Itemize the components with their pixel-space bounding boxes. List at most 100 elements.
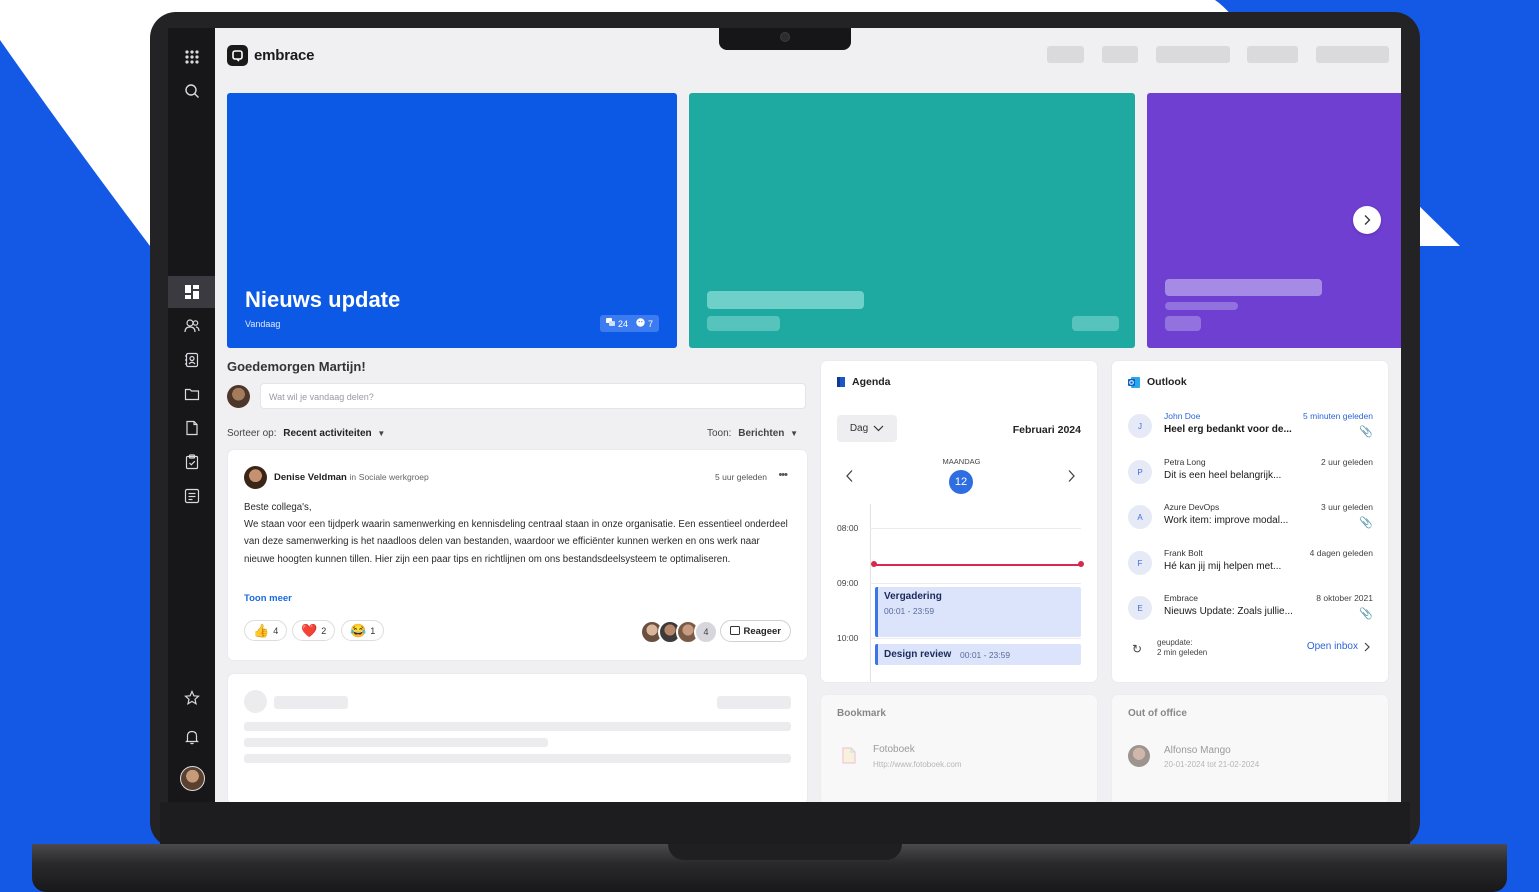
ooo-name[interactable]: Alfonso Mango xyxy=(1164,745,1231,756)
bookmark-title: Bookmark xyxy=(837,708,886,719)
mail-item[interactable]: F Frank Bolt Hé kan jij mij helpen met..… xyxy=(1128,548,1373,588)
news-hero-card[interactable]: Nieuws update Vandaag 24 7 xyxy=(227,93,677,348)
dashboard-icon[interactable] xyxy=(168,276,215,308)
view-dropdown[interactable]: Dag xyxy=(837,415,897,442)
clipboard-check-icon[interactable] xyxy=(168,446,215,478)
mail-time: 4 dagen geleden xyxy=(1309,548,1373,558)
post-body: Beste collega's, We staan voor een tijdp… xyxy=(244,499,792,568)
group-name[interactable]: Sociale werkgroep xyxy=(359,472,429,482)
event-vergadering[interactable]: Vergadering 00:01 - 23:59 xyxy=(875,587,1081,637)
reply-label: Reageer xyxy=(743,625,782,637)
show-more-link[interactable]: Toon meer xyxy=(244,593,292,604)
hour-line xyxy=(870,638,1081,639)
paperclip-icon: 📎 xyxy=(1359,426,1373,438)
thumbs-up-icon: 👍 xyxy=(253,622,270,638)
topbar-placeholder xyxy=(1102,46,1138,63)
event-title: Design review xyxy=(884,649,952,660)
hero-stats-badge: 24 7 xyxy=(599,315,659,332)
sort-dropdown[interactable]: Sorteer op: Recent activiteiten ▼ xyxy=(227,428,385,439)
sender-avatar: P xyxy=(1128,460,1152,484)
author-avatar[interactable] xyxy=(244,466,267,489)
mail-sender: Frank Bolt xyxy=(1164,548,1203,558)
chevron-right-icon xyxy=(1364,215,1371,225)
reaction-thumbs-up[interactable]: 👍 4 xyxy=(244,620,288,641)
outlook-icon xyxy=(1128,376,1140,388)
post-author-line: Denise Veldman in Sociale werkgroep xyxy=(274,472,429,483)
share-input[interactable]: Wat wil je vandaag delen? xyxy=(260,383,806,409)
document-icon[interactable] xyxy=(168,412,215,444)
user-avatar[interactable] xyxy=(180,766,205,791)
topbar-placeholder xyxy=(1156,46,1230,63)
open-inbox-link[interactable]: Open inbox xyxy=(1307,641,1370,652)
post-greeting: Beste collega's, xyxy=(244,502,312,513)
loading-bar xyxy=(1165,279,1322,296)
reaction-count: 2 xyxy=(321,625,327,636)
camera xyxy=(780,32,790,42)
event-time: 00:01 - 23:59 xyxy=(960,650,1011,660)
embrace-logo[interactable]: embrace xyxy=(227,45,315,66)
star-icon[interactable] xyxy=(168,682,215,714)
mail-item[interactable]: A Azure DevOps Work item: improve modal.… xyxy=(1128,502,1373,542)
sort-label: Sorteer op: xyxy=(227,428,277,439)
agenda-title-text: Agenda xyxy=(852,376,891,388)
post-card: Denise Veldman in Sociale werkgroep 5 uu… xyxy=(228,450,807,660)
previous-day-icon[interactable] xyxy=(845,469,855,483)
reactor-count: 4 xyxy=(694,620,718,644)
more-options-icon[interactable]: ••• xyxy=(778,469,788,481)
updated-time: 2 min geleden xyxy=(1157,648,1208,657)
folder-icon[interactable] xyxy=(168,378,215,410)
bookmark-url[interactable]: Http://www.fotoboek.com xyxy=(873,760,961,769)
bookmark-name[interactable]: Fotoboek xyxy=(873,744,915,755)
loading-bar xyxy=(1165,316,1201,331)
filter-dropdown[interactable]: Toon: Berichten ▼ xyxy=(707,428,798,439)
reaction-heart[interactable]: ❤️ 2 xyxy=(292,620,336,641)
reaction-laugh[interactable]: 😂 1 xyxy=(341,620,385,641)
skeleton-line xyxy=(244,754,791,763)
mail-time: 5 minuten geleden xyxy=(1303,411,1373,421)
apps-grid-icon[interactable] xyxy=(168,41,215,73)
message-icon[interactable] xyxy=(168,480,215,512)
ooo-dates: 20-01-2024 tot 21-02-2024 xyxy=(1164,760,1260,769)
bell-icon[interactable] xyxy=(168,721,215,753)
refresh-icon[interactable]: ↻ xyxy=(1132,642,1142,656)
people-icon[interactable] xyxy=(168,310,215,342)
mail-subject: Hé kan jij mij helpen met... xyxy=(1164,561,1282,572)
contacts-icon[interactable] xyxy=(168,344,215,376)
mail-item[interactable]: P Petra Long Dit is een heel belangrijk.… xyxy=(1128,457,1373,497)
updated-info: geupdate: 2 min geleden xyxy=(1157,638,1207,658)
hour-label: 10:00 xyxy=(837,633,859,643)
mail-sender: Azure DevOps xyxy=(1164,502,1220,512)
mail-time: 3 uur geleden xyxy=(1321,502,1373,512)
hour-label: 08:00 xyxy=(837,523,859,533)
month-label: Februari 2024 xyxy=(1012,424,1081,436)
sender-avatar: E xyxy=(1128,596,1152,620)
logo-mark-icon xyxy=(227,45,248,66)
topbar-placeholder xyxy=(1247,46,1298,63)
current-time-dot xyxy=(1078,561,1084,567)
mail-item[interactable]: J John Doe Heel erg bedankt voor de... 5… xyxy=(1128,411,1373,451)
reply-button[interactable]: Reageer xyxy=(719,620,791,642)
loading-post-card xyxy=(228,674,807,802)
loading-bar xyxy=(1072,316,1119,331)
reactor-avatars[interactable]: 4 xyxy=(640,620,718,644)
search-icon[interactable] xyxy=(168,75,215,107)
app-screen: embrace Nieuws update Vandaag 24 7 Goede… xyxy=(168,28,1401,802)
hero-card-2[interactable] xyxy=(689,93,1135,348)
skeleton-line xyxy=(274,696,348,709)
post-text: We staan voor een tijdperk waarin samenw… xyxy=(244,519,788,565)
filter-label: Toon: xyxy=(707,428,732,439)
sidebar xyxy=(168,28,215,802)
mail-item[interactable]: E Embrace Nieuws Update: Zoals jullie...… xyxy=(1128,593,1373,633)
hour-label: 09:00 xyxy=(837,578,859,588)
ooo-title: Out of office xyxy=(1128,708,1187,719)
mail-time: 8 oktober 2021 xyxy=(1316,593,1373,603)
next-day-icon[interactable] xyxy=(1066,469,1076,483)
author-name[interactable]: Denise Veldman xyxy=(274,472,347,483)
event-design-review[interactable]: Design review 00:01 - 23:59 xyxy=(875,644,1081,665)
agenda-icon xyxy=(837,377,845,387)
carousel-next-button[interactable] xyxy=(1353,206,1381,234)
topbar-placeholder xyxy=(1316,46,1389,63)
sender-avatar: F xyxy=(1128,551,1152,575)
selected-day[interactable]: 12 xyxy=(949,470,973,494)
agenda-title: Agenda xyxy=(837,376,891,388)
